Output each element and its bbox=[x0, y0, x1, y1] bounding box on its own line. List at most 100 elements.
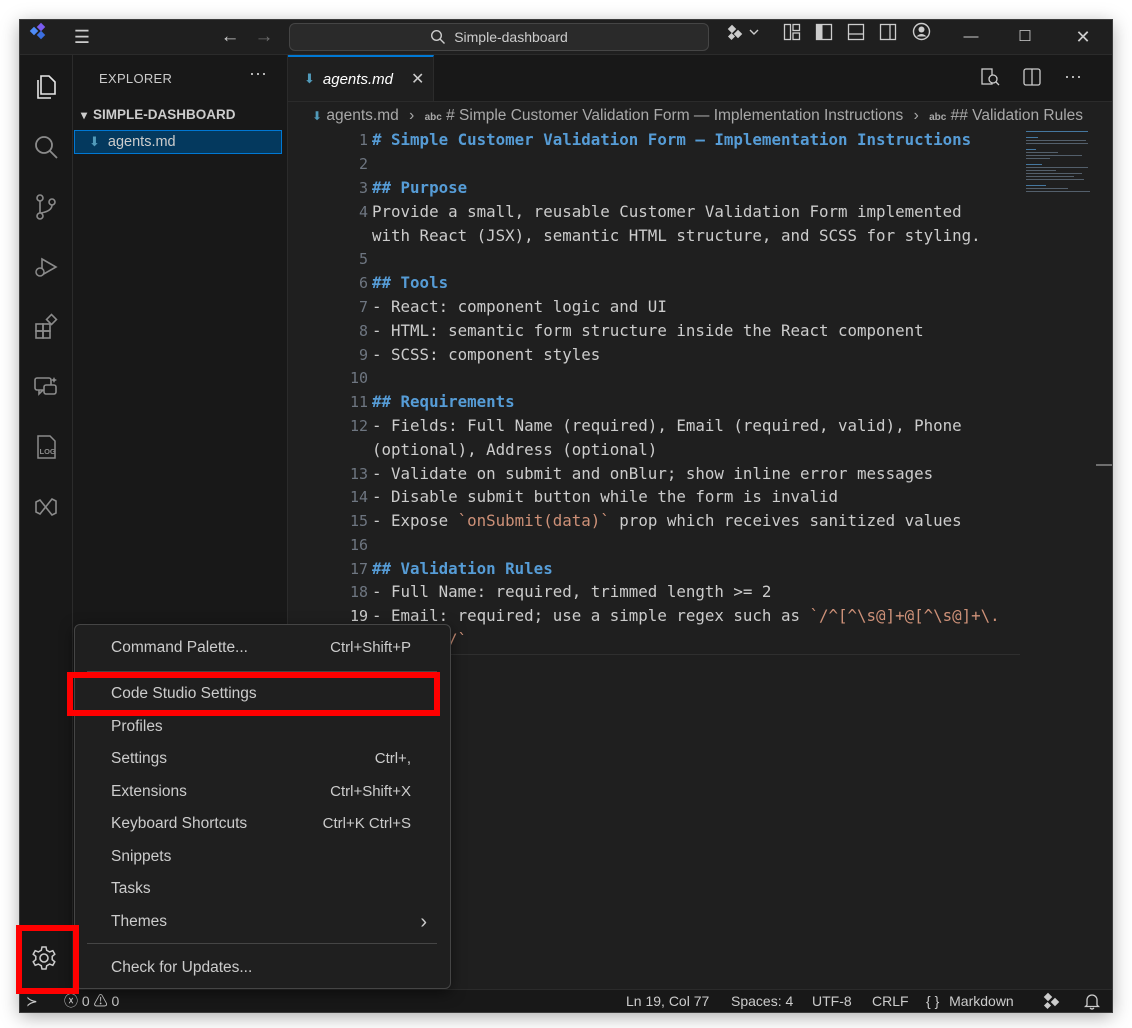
split-editor-icon[interactable] bbox=[1022, 67, 1042, 92]
line-number: 8 bbox=[358, 322, 368, 340]
menu-item-profiles[interactable]: Profiles bbox=[111, 713, 411, 741]
search-icon[interactable] bbox=[20, 123, 72, 171]
line-number: 3 bbox=[358, 179, 368, 197]
toggle-panel-icon[interactable] bbox=[844, 20, 868, 54]
search-icon bbox=[431, 29, 446, 44]
line-ending[interactable]: CRLF bbox=[872, 990, 909, 1012]
breadcrumb-section[interactable]: ## Validation Rules bbox=[951, 107, 1083, 124]
folder-simple-dashboard[interactable]: ▾ SIMPLE-DASHBOARD bbox=[81, 107, 236, 122]
back-arrow-icon[interactable]: ← bbox=[217, 20, 243, 54]
cursor-position[interactable]: Ln 19, Col 77 bbox=[626, 990, 709, 1012]
line-number: 10 bbox=[349, 369, 368, 387]
command-search-box[interactable]: Simple-dashboard bbox=[289, 23, 709, 51]
menu-item-check-for-updates[interactable]: Check for Updates... bbox=[111, 954, 411, 982]
line-number: 2 bbox=[358, 155, 368, 173]
line-number: 15 bbox=[349, 512, 368, 530]
code-text: prop which receives sanitized values bbox=[609, 511, 962, 530]
language-label: Markdown bbox=[949, 993, 1014, 1009]
menu-item-label: Profiles bbox=[111, 718, 163, 735]
menu-item-shortcut: Ctrl+, bbox=[374, 750, 411, 767]
breadcrumb: ⬇ agents.md › abc # Simple Customer Vali… bbox=[288, 104, 1112, 128]
maximize-button[interactable]: ☐ bbox=[1002, 20, 1048, 54]
status-bar: ≻ ⓧ 0 ⚠ 0 Ln 19, Col 77 Spaces: 4 UTF-8 … bbox=[20, 989, 1112, 1012]
menu-item-label: Settings bbox=[111, 750, 168, 767]
code-line-14: - Disable submit button while the form i… bbox=[372, 487, 839, 506]
file-agents-md[interactable]: ⬇ agents.md bbox=[74, 130, 282, 154]
log-icon[interactable]: LOG bbox=[20, 423, 72, 471]
minimize-button[interactable]: — bbox=[948, 20, 994, 54]
inline-code: `/^[^\s@]+@[^\s@]+\. bbox=[809, 606, 1000, 625]
markdown-file-icon: ⬇ bbox=[312, 109, 323, 123]
more-actions-icon[interactable]: ··· bbox=[1064, 67, 1082, 92]
menu-item-label: Tasks bbox=[111, 880, 151, 897]
visual-studio-icon[interactable] bbox=[20, 483, 72, 531]
source-control-icon[interactable] bbox=[20, 183, 72, 231]
menu-item-shortcut: Ctrl+Shift+P bbox=[330, 639, 411, 656]
explorer-icon[interactable] bbox=[20, 63, 72, 111]
code-line-8: - HTML: semantic form structure inside t… bbox=[372, 321, 924, 340]
close-window-button[interactable]: ✕ bbox=[1060, 20, 1106, 54]
code-line-12a: - Fields: Full Name (required), Email (r… bbox=[372, 416, 962, 435]
toggle-sidebar-icon[interactable] bbox=[812, 20, 836, 54]
indentation[interactable]: Spaces: 4 bbox=[731, 990, 793, 1012]
svg-text:LOG: LOG bbox=[40, 447, 56, 456]
code-line-13: - Validate on submit and onBlur; show in… bbox=[372, 464, 934, 483]
menu-item-label: Keyboard Shortcuts bbox=[111, 815, 248, 832]
breadcrumb-file[interactable]: agents.md bbox=[326, 107, 398, 124]
run-debug-icon[interactable] bbox=[20, 243, 72, 291]
folder-label: SIMPLE-DASHBOARD bbox=[93, 107, 236, 122]
line-number bbox=[288, 438, 368, 462]
menu-item-settings[interactable]: Settings Ctrl+, bbox=[111, 745, 411, 773]
line-number: 16 bbox=[349, 536, 368, 554]
account-icon[interactable] bbox=[908, 20, 934, 54]
error-count: 0 bbox=[81, 993, 90, 1009]
menu-item-command-palette[interactable]: Command Palette... Ctrl+Shift+P bbox=[111, 634, 411, 662]
highlight-box-code-studio-settings bbox=[67, 672, 440, 716]
menu-item-extensions[interactable]: Extensions Ctrl+Shift+X bbox=[111, 778, 411, 806]
language-mode[interactable]: { } Markdown bbox=[926, 990, 1014, 1012]
symbol-string-icon: abc bbox=[929, 112, 947, 123]
forward-arrow-icon[interactable]: → bbox=[251, 20, 277, 54]
chat-icon[interactable] bbox=[20, 363, 72, 411]
code-line-11: ## Requirements bbox=[372, 392, 515, 411]
line-number: 11 bbox=[349, 393, 368, 411]
menu-item-label: Snippets bbox=[111, 848, 172, 865]
minimap[interactable] bbox=[1024, 128, 1094, 208]
menu-item-themes[interactable]: Themes › bbox=[111, 908, 427, 936]
extensions-icon[interactable] bbox=[20, 303, 72, 351]
notifications-bell-icon[interactable] bbox=[1083, 992, 1101, 1012]
close-icon[interactable]: ✕ bbox=[411, 69, 424, 89]
code-line-17: ## Validation Rules bbox=[372, 559, 553, 578]
vertical-scrollbar[interactable] bbox=[1096, 464, 1112, 466]
menu-item-tasks[interactable]: Tasks bbox=[111, 875, 411, 903]
hamburger-menu-icon[interactable]: ☰ bbox=[68, 20, 96, 54]
menu-item-shortcut: Ctrl+K Ctrl+S bbox=[322, 815, 411, 832]
title-bar: ☰ ← → Simple-dashboard — ☐ ✕ bbox=[20, 20, 1112, 55]
search-box-label: Simple-dashboard bbox=[454, 29, 568, 45]
braces-icon: { } bbox=[926, 993, 940, 1009]
code-line-15: - Expose `onSubmit(data)` prop which rec… bbox=[372, 509, 962, 533]
open-preview-icon[interactable] bbox=[980, 67, 1000, 92]
code-line-3: ## Purpose bbox=[372, 178, 468, 197]
menu-item-keyboard-shortcuts[interactable]: Keyboard Shortcuts Ctrl+K Ctrl+S bbox=[111, 810, 411, 838]
encoding[interactable]: UTF-8 bbox=[812, 990, 852, 1012]
more-actions-icon[interactable]: ··· bbox=[249, 63, 267, 84]
layout-grid-icon[interactable] bbox=[780, 20, 804, 54]
line-number: 17 bbox=[349, 560, 368, 578]
markdown-file-icon: ⬇ bbox=[304, 71, 315, 86]
menu-item-snippets[interactable]: Snippets bbox=[111, 843, 411, 871]
tab-agents-md[interactable]: ⬇ agents.md ✕ bbox=[288, 55, 434, 101]
line-number: 5 bbox=[358, 250, 368, 268]
copilot-status-icon[interactable] bbox=[1042, 992, 1064, 1012]
tab-label: agents.md bbox=[322, 70, 393, 88]
line-number: 1 bbox=[358, 131, 368, 149]
menu-item-label: Command Palette... bbox=[111, 639, 248, 656]
warning-count: 0 bbox=[111, 993, 120, 1009]
line-number: 14 bbox=[349, 488, 368, 506]
breadcrumb-heading[interactable]: # Simple Customer Validation Form — Impl… bbox=[446, 107, 903, 124]
code-line-18: - Full Name: required, trimmed length >=… bbox=[372, 582, 772, 601]
copilot-icon[interactable] bbox=[723, 20, 763, 54]
code-line-1: # Simple Customer Validation Form — Impl… bbox=[372, 130, 972, 149]
line-number: 4 bbox=[358, 203, 368, 221]
toggle-secondary-sidebar-icon[interactable] bbox=[876, 20, 900, 54]
